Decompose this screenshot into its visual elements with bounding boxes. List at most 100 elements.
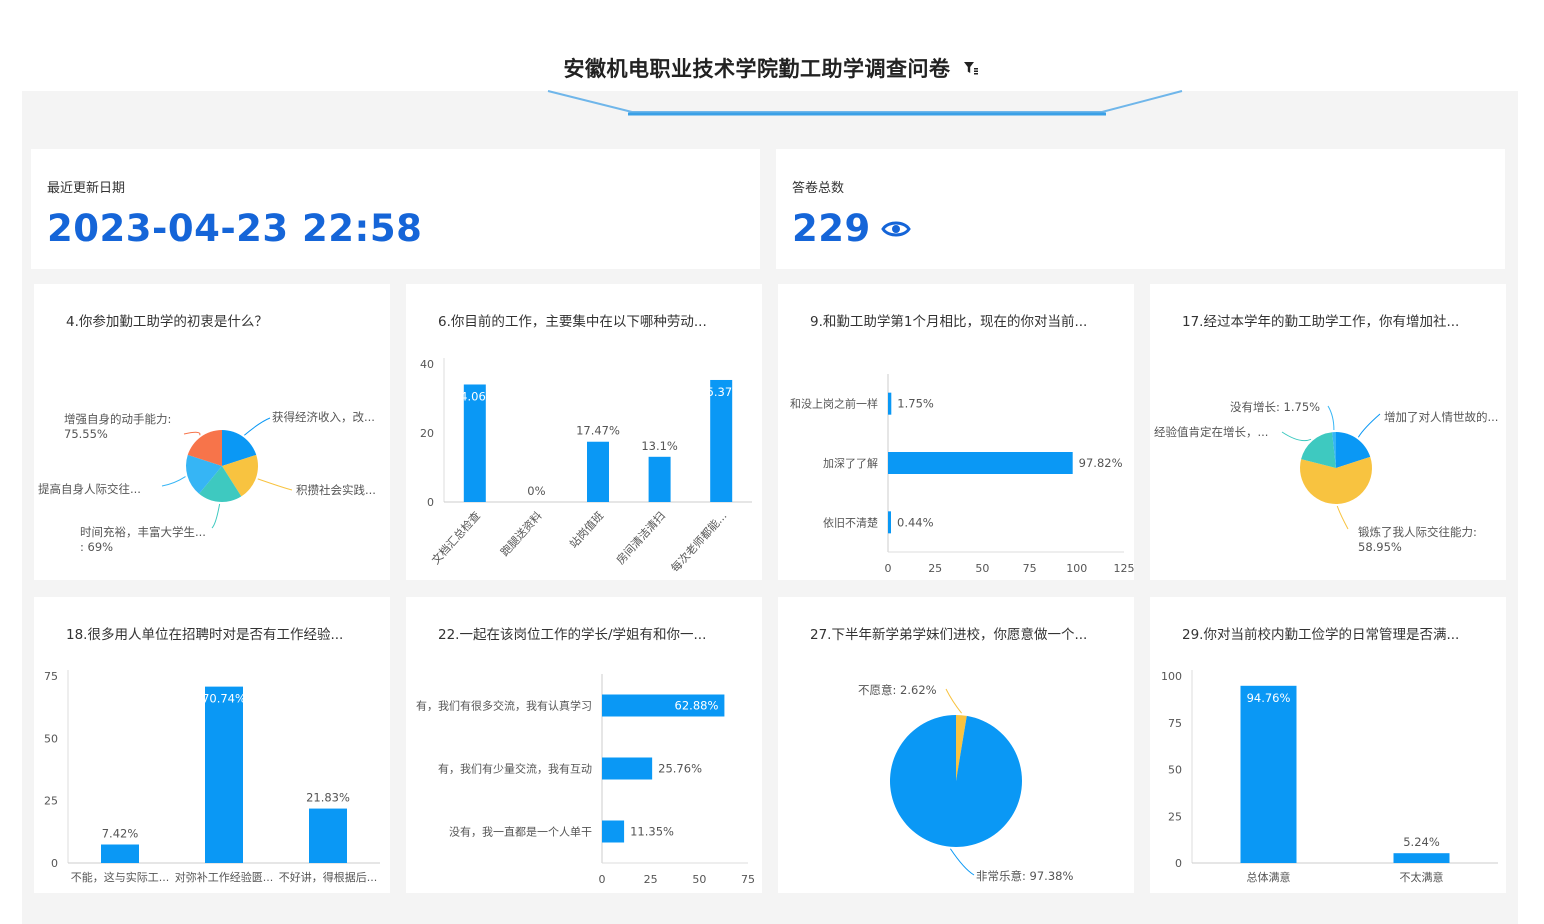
leader-line: [257, 478, 293, 491]
leader-line: [244, 417, 271, 436]
data-label: 21.83%: [306, 791, 350, 805]
filter-icon[interactable]: [961, 58, 981, 78]
slice-label: 时间充裕，丰富大学生...: [80, 525, 206, 539]
x-tick-label: 125: [1114, 562, 1135, 575]
x-tick-label: 50: [975, 562, 989, 575]
bar: [602, 820, 625, 843]
data-label: 94.76%: [1247, 691, 1291, 705]
hbar-chart-q22: 0 25 50 75 有，我们有很多交流，我有认真学习 62.88% 有，我们有少量交流，我…: [416, 674, 755, 886]
data-label: 13.1%: [641, 439, 678, 453]
bar: [101, 844, 139, 863]
x-tick-label: 0: [599, 873, 606, 886]
x-tick-label: 房间清洁清扫: [614, 509, 668, 567]
leader-line: [183, 431, 201, 436]
y-tick-label: 0: [51, 857, 58, 870]
bar: [888, 392, 892, 415]
leader-line: [1327, 405, 1335, 431]
y-tick-label: 40: [420, 358, 434, 371]
last-updated-value: 2023-04-23 22:58: [47, 207, 423, 250]
data-label: 7.42%: [102, 826, 139, 840]
x-tick-label: 25: [928, 562, 942, 575]
y-tick-label: 25: [1168, 810, 1182, 823]
chart-panel-q4: 4.你参加勤工助学的初衷是什么？ 获得经济收入，改... 积攒社会实践... 时间充…: [34, 284, 390, 580]
leader-line: [1357, 413, 1381, 438]
slice-label: 积攒社会实践...: [296, 483, 376, 497]
slice-label: 增加了对人情世故的...: [1384, 410, 1498, 424]
bar: [888, 511, 891, 534]
y-tick-label: 75: [1168, 717, 1182, 730]
slice-label: 锻炼了我人际交往能力:: [1358, 525, 1477, 539]
chart-panel-q9: 9.和勤工助学第1个月相比，现在的你对当前... 0 25 50 75 100 125 和没…: [778, 284, 1134, 580]
chart-panel-q18: 18.很多用人单位在招聘时对是否有工作经验... 0 25 50 75 7.42% 不能，…: [34, 597, 390, 893]
slice-label: 没有增长: 1.75%: [1230, 400, 1320, 414]
y-tick-label: 100: [1161, 670, 1182, 683]
x-tick-label: 不能，这与实际工...: [71, 870, 170, 884]
x-tick-label: 文档汇总检查: [428, 509, 483, 567]
data-label: 1.75%: [897, 397, 934, 411]
slice-label: : 69%: [80, 540, 113, 554]
leader-line: [161, 476, 186, 487]
x-tick-label: 不好讲，得根据后...: [279, 870, 378, 884]
bar-chart-q6: 0 20 40 34.06% 文档汇总检查 0% 跑腿送资料 17.47% 站岗值班 13.1% 房…: [420, 358, 752, 575]
total-responses-card: 答卷总数 229: [776, 149, 1505, 269]
y-tick-label: 有，我们有很多交流，我有认真学习: [416, 699, 592, 713]
bar-chart-q29: 0 25 50 75 100 94.76% 总体满意 5.24% 不太满意: [1161, 670, 1498, 884]
pie-chart-q17: 增加了对人情世故的... 锻炼了我人际交往能力:58.95% 经验值肯定在增长，..…: [1154, 400, 1498, 554]
y-tick-label: 依旧不清楚: [823, 515, 878, 529]
x-tick-label: 50: [692, 873, 706, 886]
data-label: 17.47%: [576, 424, 620, 438]
x-tick-label: 0: [885, 562, 892, 575]
bar: [309, 808, 347, 863]
x-tick-label: 不太满意: [1400, 870, 1444, 884]
data-label: 0.44%: [897, 515, 934, 529]
bar: [205, 686, 243, 863]
x-tick-label: 总体满意: [1247, 870, 1291, 884]
hbar-chart-q9: 0 25 50 75 100 125 和没上岗之前一样 1.75% 加深了了解 97.82% 依旧不…: [790, 374, 1135, 575]
total-responses-value: 229: [792, 207, 871, 250]
chart-panel-q17: 17.经过本学年的勤工助学工作，你有增加社... 增加了对人情世故的... 锻炼了…: [1150, 284, 1506, 580]
chart-panel-q29: 29.你对当前校内勤工俭学的日常管理是否满... 0 25 50 75 100 94.76…: [1150, 597, 1506, 893]
data-label: 25.76%: [658, 762, 702, 776]
chart-panel-q6: 6.你目前的工作，主要集中在以下哪种劳动... 0 20 40 34.06% 文档汇总检…: [406, 284, 762, 580]
data-label: 70.74%: [202, 692, 246, 706]
y-tick-label: 75: [44, 670, 58, 683]
slice-label: 75.55%: [64, 427, 108, 441]
data-label: 34.06%: [453, 389, 497, 403]
y-tick-label: 50: [1168, 764, 1182, 777]
y-tick-label: 20: [420, 427, 434, 440]
data-label: 5.24%: [1403, 835, 1440, 849]
pie-chart-q4: 获得经济收入，改... 积攒社会实践... 时间充裕，丰富大学生...: 69% 提高…: [38, 410, 376, 554]
x-tick-label: 75: [741, 873, 755, 886]
page-title: 安徽机电职业技术学院勤工助学调查问卷: [563, 57, 951, 81]
last-updated-card: 最近更新日期 2023-04-23 22:58: [31, 149, 760, 269]
slice-label: 提高自身人际交往...: [38, 482, 141, 496]
data-label: 0%: [527, 484, 545, 498]
pie-slice: [890, 715, 1022, 847]
bar: [602, 757, 653, 780]
leader-line: [945, 688, 962, 714]
slice-label: 增强自身的动手能力:: [64, 412, 171, 426]
eye-icon[interactable]: [880, 218, 911, 240]
y-tick-label: 0: [1175, 857, 1182, 870]
leader-line: [1281, 431, 1312, 442]
header-bar: 安徽机电职业技术学院勤工助学调查问卷: [0, 46, 1544, 90]
leader-line: [1336, 505, 1349, 530]
data-label: 35.37%: [699, 385, 743, 399]
slice-label: 经验值肯定在增长，...: [1154, 425, 1268, 439]
leader-line: [211, 503, 221, 529]
data-label: 97.82%: [1079, 456, 1123, 470]
chart-panel-q27: 27.下半年新学弟学妹们进校，你愿意做一个... 不愿意: 2.62% 非常乐意:…: [778, 597, 1134, 893]
bar: [1240, 685, 1297, 863]
slice-label: 获得经济收入，改...: [272, 410, 375, 424]
leader-line: [949, 848, 975, 876]
x-tick-label: 100: [1066, 562, 1087, 575]
x-tick-label: 每次老师都能...: [668, 509, 730, 575]
x-tick-label: 25: [644, 873, 658, 886]
y-tick-label: 没有，我一直都是一个人单干: [449, 825, 592, 839]
slice-label: 非常乐意: 97.38%: [976, 869, 1073, 883]
y-tick-label: 25: [44, 795, 58, 808]
header-decoration: [547, 90, 1183, 116]
slice-label: 58.95%: [1358, 540, 1402, 554]
bar: [1393, 853, 1450, 863]
y-tick-label: 0: [427, 496, 434, 509]
